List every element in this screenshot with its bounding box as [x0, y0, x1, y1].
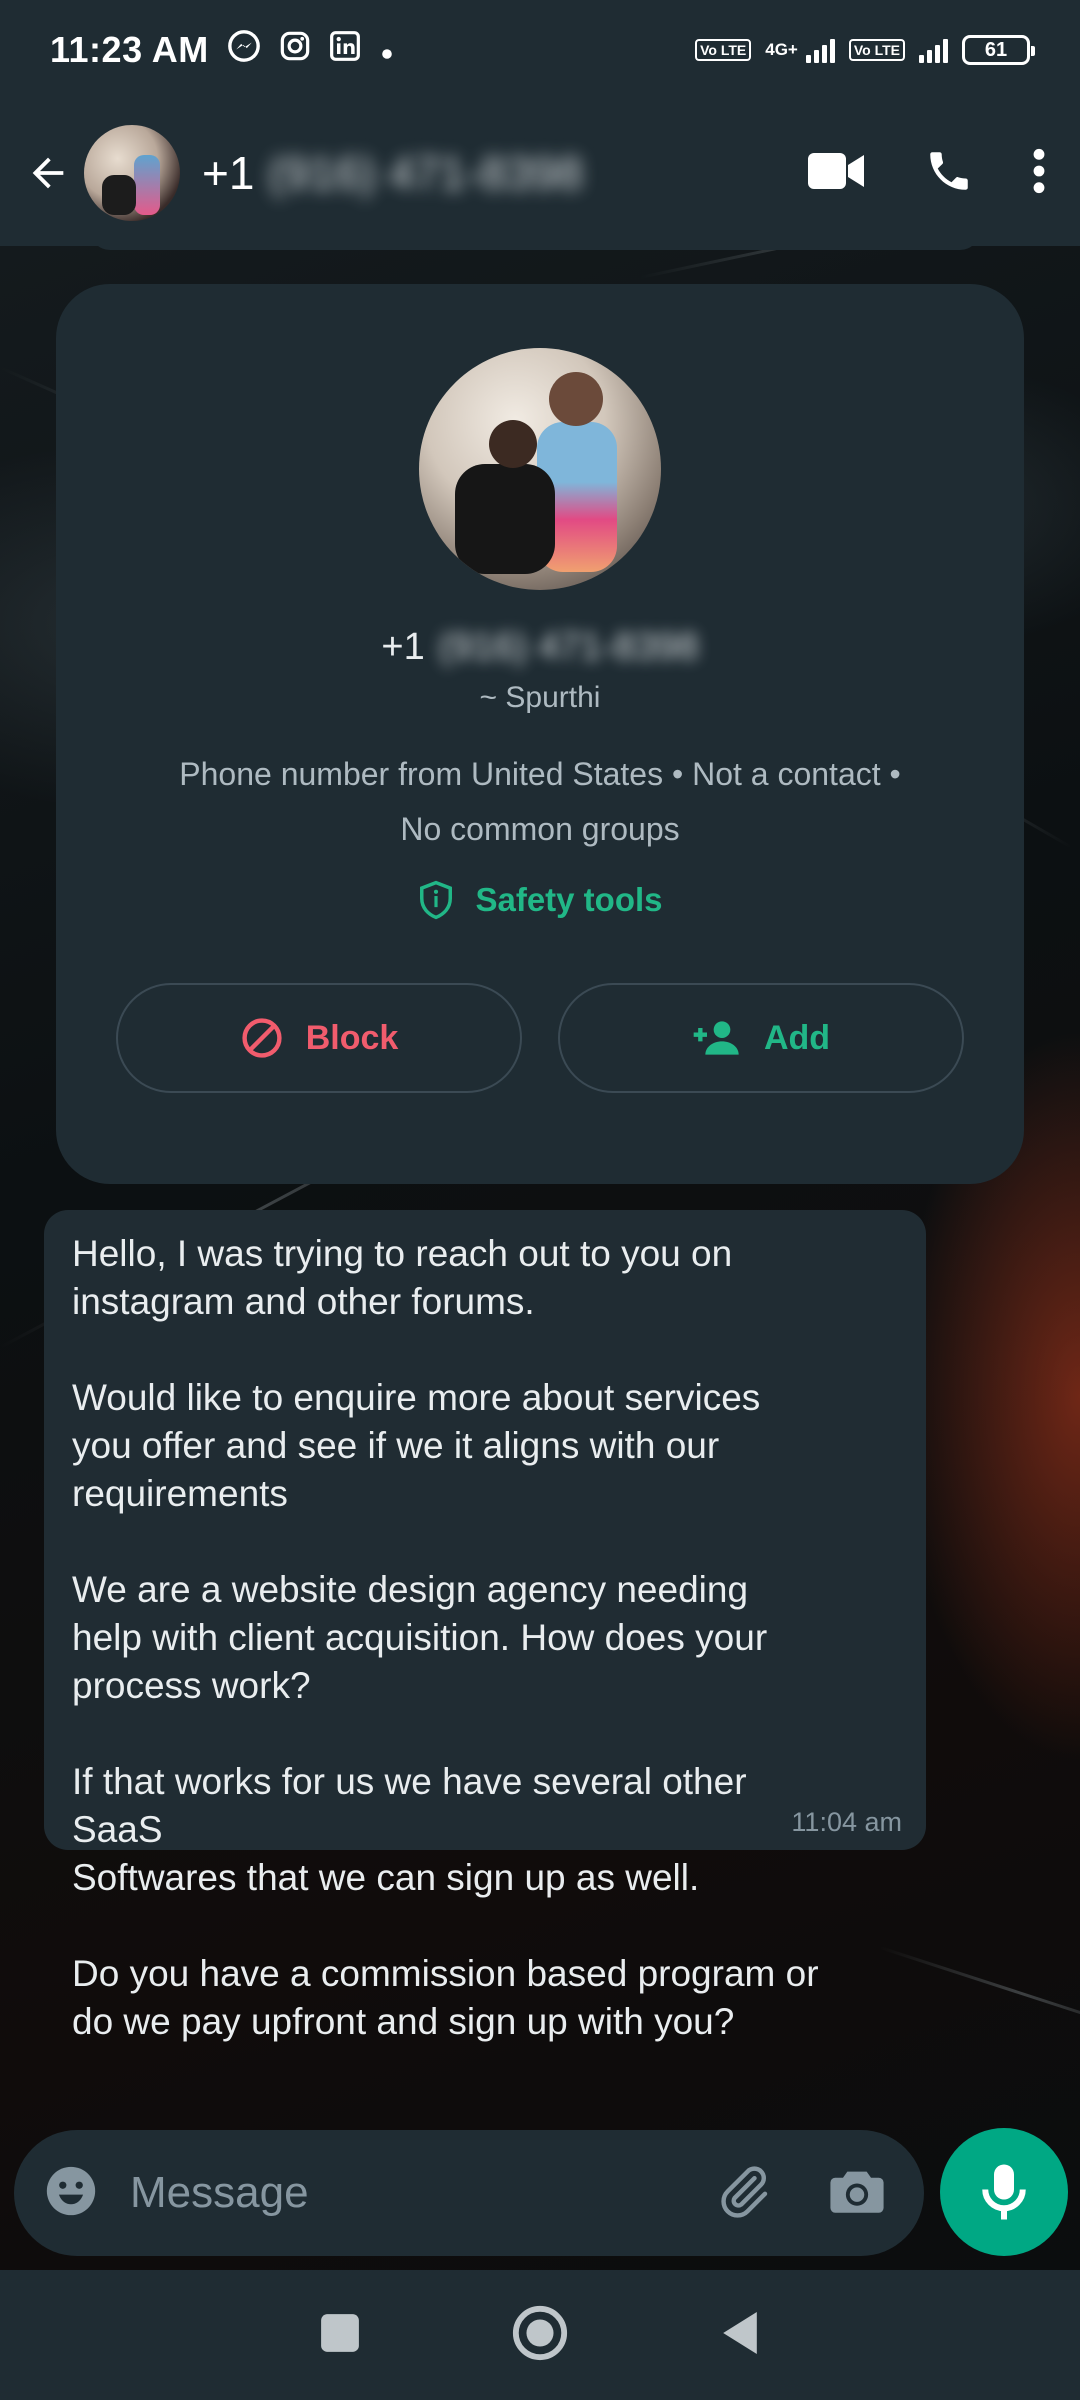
voice-call-button[interactable]: [924, 146, 974, 201]
previous-card-edge: [90, 246, 980, 250]
volte-icon: Vo LTE: [695, 39, 752, 61]
video-call-button[interactable]: [808, 151, 866, 196]
paperclip-icon: [721, 2165, 768, 2218]
notification-dot-icon: [379, 29, 395, 71]
card-push-name: ~ Spurthi: [479, 681, 601, 714]
voice-message-button[interactable]: [940, 2128, 1068, 2256]
add-label: Add: [763, 1018, 831, 1057]
message-input[interactable]: Message: [130, 2168, 716, 2218]
contact-phone-blurred: (916) 471-8398: [268, 147, 584, 199]
signal-strength-icon: [805, 37, 835, 63]
system-navigation-bar: [0, 2270, 1080, 2400]
instagram-icon: [279, 29, 311, 71]
video-camera-icon: [808, 152, 864, 189]
contact-avatar[interactable]: [84, 125, 180, 221]
linkedin-icon: [329, 29, 361, 71]
card-meta-info: Phone number from United States • Not a …: [130, 747, 950, 857]
contact-info-card: +1 (916) 471-8398 ~ Spurthi Phone number…: [56, 284, 1024, 1184]
card-phone-blurred: (916) 471-8398: [438, 626, 699, 668]
camera-icon: [830, 2171, 884, 2213]
message-composer: Message: [14, 2130, 924, 2256]
block-label: Block: [305, 1018, 399, 1057]
contact-photo[interactable]: [419, 348, 661, 590]
block-button[interactable]: Block: [116, 983, 522, 1093]
emoji-button[interactable]: [42, 2162, 100, 2225]
block-icon: [242, 1018, 282, 1058]
more-vertical-icon: [1033, 148, 1045, 193]
emoji-icon: [46, 2166, 96, 2215]
card-country-code: +1: [381, 626, 425, 668]
back-button[interactable]: [20, 145, 76, 201]
status-time: 11:23 AM: [50, 29, 209, 70]
incoming-message-bubble[interactable]: Hello, I was trying to reach out to you …: [44, 1210, 926, 2042]
arrow-left-icon: [32, 157, 64, 189]
home-button[interactable]: [511, 2304, 569, 2367]
safety-tools-label: Safety tools: [475, 881, 663, 918]
attach-button[interactable]: [716, 2163, 772, 2224]
add-person-icon: [693, 1021, 739, 1055]
triangle-back-icon: [723, 2311, 757, 2354]
more-options-button[interactable]: [1032, 146, 1046, 201]
chat-area[interactable]: +1 (916) 471-8398 ~ Spurthi Phone number…: [0, 246, 1080, 2140]
battery-icon: 61: [962, 35, 1035, 65]
status-bar: 11:23 AM Vo LTE 4G+ Vo LTE 61: [0, 0, 1080, 100]
card-meta-line-2: No common groups: [400, 811, 680, 847]
microphone-icon: [982, 2164, 1026, 2220]
home-circle-icon: [512, 2305, 568, 2360]
camera-button[interactable]: [828, 2164, 886, 2223]
nav-back-button[interactable]: [719, 2309, 761, 2362]
card-phone-number: +1 (916) 471-8398: [381, 626, 698, 669]
volte-icon-2: Vo LTE: [848, 39, 905, 61]
add-contact-button[interactable]: Add: [558, 983, 964, 1093]
safety-tools-link[interactable]: Safety tools: [417, 879, 663, 921]
signal-strength-icon-2: [919, 37, 948, 63]
contact-title[interactable]: +1 (916) 471-8398: [202, 146, 583, 200]
contact-country-code: +1: [202, 147, 255, 199]
messenger-icon: [227, 29, 261, 72]
recents-button[interactable]: [319, 2312, 361, 2359]
chat-header: +1 (916) 471-8398: [0, 100, 1080, 246]
square-icon: [321, 2313, 359, 2352]
card-meta-line-1: Phone number from United States • Not a …: [179, 756, 901, 792]
message-text: Hello, I was trying to reach out to you …: [72, 1233, 819, 2042]
battery-level: 61: [984, 38, 1008, 61]
message-timestamp: 11:04 am: [791, 1807, 902, 1837]
shield-icon: [420, 880, 453, 920]
network-type-label: 4G+: [765, 40, 798, 59]
phone-icon: [930, 151, 968, 190]
